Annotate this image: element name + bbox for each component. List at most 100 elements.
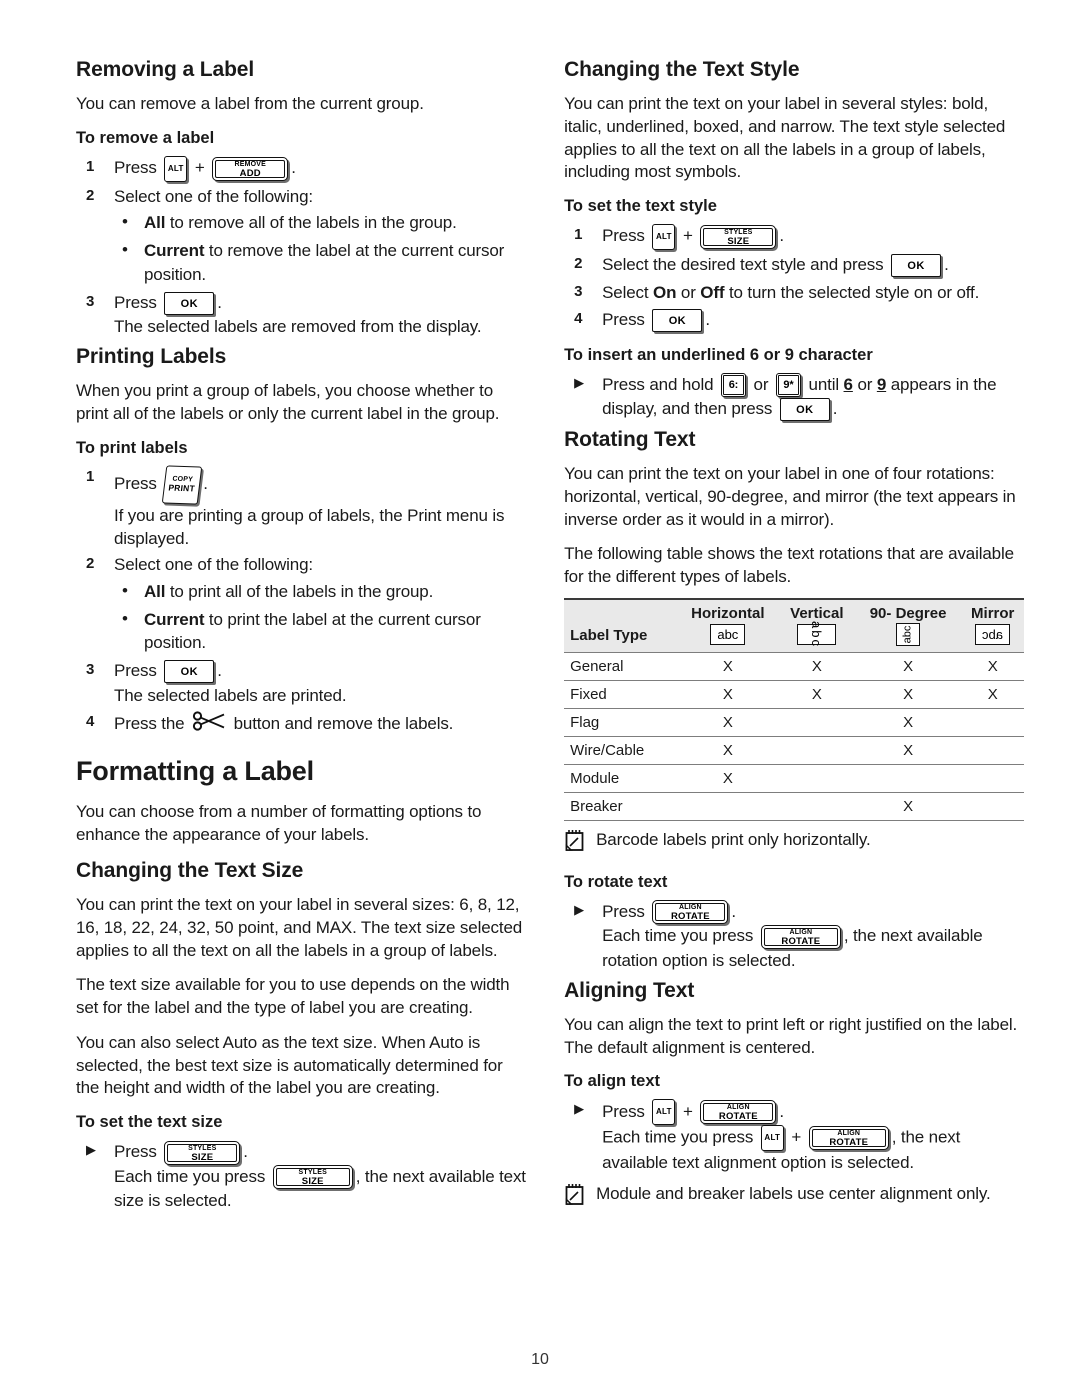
step-item: 1 Press ALT + REMOVE ADD .	[76, 155, 528, 182]
press-word: Press	[602, 901, 645, 921]
alt-key[interactable]: ALT	[652, 1099, 676, 1126]
cell-label-type: Fixed	[564, 679, 677, 709]
sample-cell-vertical: abc	[778, 621, 855, 653]
step-text: Select one of the following:	[114, 555, 313, 575]
step-result: Each time you press ALIGN ROTATE , the n…	[602, 924, 1024, 972]
align-rotate-key[interactable]: ALIGN ROTATE	[652, 900, 729, 925]
cell-vertical	[778, 707, 855, 737]
step-item: 3 Press OK. The selected labels are remo…	[76, 291, 528, 339]
task-to-remove-a-label: To remove a label	[76, 128, 215, 147]
press-word: Press	[114, 661, 157, 681]
left-column: Removing a Label You can remove a label …	[76, 58, 528, 1219]
step-text: Select On or Off to turn the selected st…	[602, 283, 979, 302]
press-hold-pre: Press and hold	[602, 374, 714, 394]
sample-mirror-text: abc	[982, 626, 1004, 642]
step3-mid: or	[676, 282, 701, 302]
cell-vertical: X	[778, 651, 855, 681]
step-item: ▶ Press and hold 6: or 9* until 6 or 9 a…	[564, 373, 1024, 422]
table-row: Module X	[564, 763, 1024, 793]
align-rotate-key[interactable]: ALIGN ROTATE	[760, 924, 841, 949]
sample-cell-mirror: abc	[961, 621, 1024, 653]
rotating-para-2: The following table shows the text rotat…	[564, 544, 1014, 587]
cell-label-type: Flag	[564, 707, 677, 737]
set-text-style-steps: 1 Press ALT + STYLES SIZE . 2 Select the…	[564, 224, 1024, 333]
cell-label-type: Wire/Cable	[564, 735, 677, 765]
ok-key[interactable]: OK	[652, 309, 703, 333]
step-result: If you are printing a group of labels, t…	[114, 505, 505, 549]
alt-key[interactable]: ALT	[164, 155, 188, 182]
option-off: Off	[700, 282, 725, 302]
styles-size-key[interactable]: STYLES SIZE	[164, 1140, 241, 1165]
six-key[interactable]: 6:	[720, 373, 746, 398]
plus-sign: +	[682, 1101, 693, 1121]
heading-changing-the-text-style: Changing the Text Style	[564, 58, 800, 81]
cell-horizontal: X	[676, 651, 779, 681]
option-current: Current	[144, 609, 205, 629]
key-line-2: ROTATE	[829, 1137, 869, 1149]
cell-label-type: General	[564, 651, 677, 681]
table-head: Horizontal Vertical 90- Degree Mirror La…	[564, 598, 1024, 653]
remove-add-key[interactable]: REMOVE ADD	[212, 156, 289, 181]
alt-key[interactable]: ALT	[652, 224, 676, 250]
plus-sign: +	[682, 226, 693, 246]
table-row: Breaker X	[564, 791, 1024, 821]
nine-key[interactable]: 9*	[775, 373, 801, 398]
rotating-para-1: You can print the text on your label in …	[564, 464, 1016, 529]
step-result: The selected labels are removed from the…	[114, 317, 482, 337]
cell-mirror: X	[961, 651, 1024, 681]
list-item: Current to remove the label at the curre…	[114, 238, 528, 287]
cell-mirror	[961, 763, 1024, 793]
ok-key[interactable]: OK	[779, 398, 830, 422]
cell-mirror	[961, 707, 1024, 737]
cell-horizontal	[676, 791, 779, 821]
heading-removing-a-label: Removing a Label	[76, 58, 255, 81]
notepad-icon	[564, 1183, 586, 1214]
period: .	[779, 226, 784, 246]
step-item: 2 Select the desired text style and pres…	[564, 253, 1024, 278]
key-line-2: SIZE	[727, 236, 750, 247]
document-page: Removing a Label You can remove a label …	[0, 0, 1080, 1397]
cell-horizontal: X	[676, 735, 779, 765]
or-word-2: or	[857, 374, 873, 394]
or-word: or	[753, 374, 769, 394]
cell-horizontal: X	[676, 707, 779, 737]
cell-label-type: Breaker	[564, 791, 677, 821]
align-rotate-key[interactable]: ALIGN ROTATE	[700, 1100, 777, 1125]
note-text: Module and breaker labels use center ali…	[596, 1183, 991, 1203]
cell-mirror	[961, 791, 1024, 821]
copy-print-key[interactable]: COPY PRINT	[162, 465, 203, 505]
task-to-align-text: To align text	[564, 1072, 661, 1091]
table-row: General X X X X	[564, 651, 1024, 681]
key-line-1: ALIGN	[837, 1130, 861, 1138]
styles-size-key[interactable]: STYLES SIZE	[700, 225, 777, 249]
period: .	[243, 1141, 248, 1161]
period: .	[731, 901, 736, 921]
key-line-2: PRINT	[168, 482, 196, 494]
alt-key[interactable]: ALT	[760, 1125, 784, 1152]
page-number: 10	[531, 1351, 549, 1368]
ok-key[interactable]: OK	[891, 254, 942, 278]
press-word: Press	[114, 158, 157, 178]
align-rotate-key[interactable]: ALIGN ROTATE	[808, 1126, 889, 1151]
table-body: General X X X X Fixed X X X X Flag X X W…	[564, 651, 1024, 821]
option-current: Current	[144, 241, 205, 261]
step-number: 4	[86, 712, 95, 730]
step-item: ▶ Press ALT + ALIGN ROTATE . Each time y…	[564, 1099, 1024, 1175]
step-item: 3 Press OK. The selected labels are prin…	[76, 659, 528, 707]
text-style-intro: You can print the text on your label in …	[564, 94, 1006, 182]
step-text-pre: Press the	[114, 714, 185, 734]
styles-size-key[interactable]: STYLES SIZE	[272, 1165, 353, 1190]
arrow-bullet-icon: ▶	[574, 901, 584, 917]
step-result: Each time you press ALT + ALIGN ROTATE ,…	[602, 1125, 1024, 1175]
heading-printing-labels: Printing Labels	[76, 345, 227, 369]
key-line-2: SIZE	[191, 1151, 214, 1163]
sample-horizontal-abc: abc	[710, 623, 746, 645]
ok-key[interactable]: OK	[164, 660, 215, 684]
step-item: ▶ Press STYLES SIZE . Each time you pres…	[76, 1140, 528, 1213]
cell-90-degree	[854, 763, 962, 793]
step-number: 1	[86, 467, 95, 485]
period: .	[779, 1101, 784, 1121]
period: .	[203, 474, 208, 494]
sample-cell-90-degree: abc	[854, 621, 962, 653]
ok-key[interactable]: OK	[164, 291, 215, 315]
